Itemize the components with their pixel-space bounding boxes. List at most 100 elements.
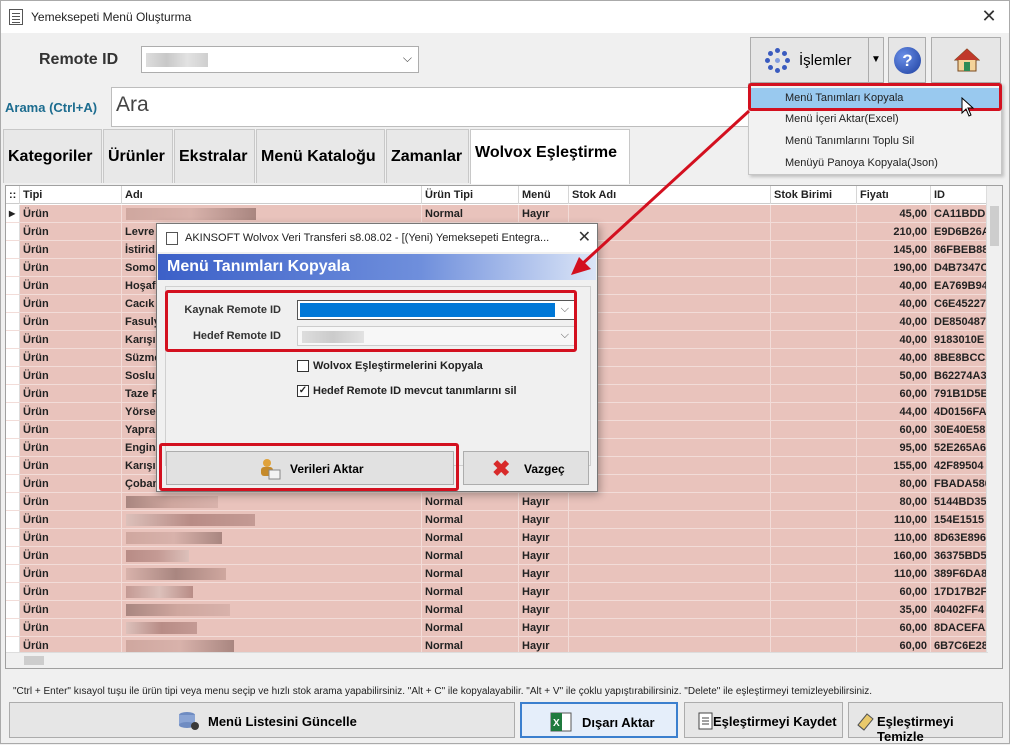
column-header-urun-tipi[interactable]: Ürün Tipi — [422, 186, 519, 204]
cell-urun-tipi[interactable]: Normal — [422, 601, 519, 619]
cell-id[interactable]: B62274A3 — [931, 367, 988, 385]
cell-stok-birimi[interactable] — [771, 295, 857, 313]
table-row[interactable]: Ürün Normal Hayır 110,00 389F6DA8 — [6, 565, 1002, 583]
table-row[interactable]: Ürün Normal Hayır 60,00 8DACEFAA — [6, 619, 1002, 637]
cell-stok-adi[interactable] — [569, 547, 771, 565]
tab-kategoriler[interactable]: Kategoriler — [3, 129, 102, 183]
cell-tipi[interactable]: Ürün — [20, 439, 122, 457]
cell-adi[interactable] — [122, 583, 422, 601]
row-indicator[interactable] — [6, 547, 20, 565]
cell-fiyati[interactable]: 40,00 — [857, 295, 931, 313]
row-indicator[interactable] — [6, 313, 20, 331]
cell-urun-tipi[interactable]: Normal — [422, 619, 519, 637]
cell-adi[interactable] — [122, 511, 422, 529]
cell-adi[interactable] — [122, 493, 422, 511]
cell-stok-birimi[interactable] — [771, 439, 857, 457]
cell-tipi[interactable]: Ürün — [20, 529, 122, 547]
cell-id[interactable]: 5144BD35 — [931, 493, 988, 511]
cell-menu[interactable]: Hayır — [519, 565, 569, 583]
cell-stok-adi[interactable] — [569, 601, 771, 619]
cell-tipi[interactable]: Ürün — [20, 277, 122, 295]
cell-stok-birimi[interactable] — [771, 313, 857, 331]
tab-urunler[interactable]: Ürünler — [103, 129, 173, 183]
cell-tipi[interactable]: Ürün — [20, 331, 122, 349]
cell-stok-birimi[interactable] — [771, 511, 857, 529]
cell-adi[interactable] — [122, 529, 422, 547]
row-indicator[interactable] — [6, 331, 20, 349]
cell-fiyati[interactable]: 95,00 — [857, 439, 931, 457]
cell-tipi[interactable]: Ürün — [20, 457, 122, 475]
cell-id[interactable]: E9D6B26A — [931, 223, 988, 241]
cell-id[interactable]: 8BE8BCC5 — [931, 349, 988, 367]
table-row[interactable]: Ürün Normal Hayır 35,00 40402FF4 — [6, 601, 1002, 619]
cell-stok-adi[interactable] — [569, 439, 771, 457]
row-indicator[interactable] — [6, 259, 20, 277]
cell-stok-adi[interactable] — [569, 385, 771, 403]
table-row[interactable]: ▶ Ürün Normal Hayır 45,00 CA11BDD — [6, 205, 1002, 223]
cell-fiyati[interactable]: 40,00 — [857, 349, 931, 367]
cell-id[interactable]: 791B1D5E — [931, 385, 988, 403]
eslestirmeyi-temizle-button[interactable]: Eşleştirmeyi Temizle — [848, 702, 1003, 744]
cell-menu[interactable]: Hayır — [519, 529, 569, 547]
cell-menu[interactable]: Hayır — [519, 619, 569, 637]
row-indicator[interactable] — [6, 223, 20, 241]
cell-stok-adi[interactable] — [569, 403, 771, 421]
cell-fiyati[interactable]: 40,00 — [857, 331, 931, 349]
cell-id[interactable]: C6E45227 — [931, 295, 988, 313]
cell-stok-adi[interactable] — [569, 313, 771, 331]
row-indicator[interactable] — [6, 349, 20, 367]
row-indicator[interactable] — [6, 295, 20, 313]
cell-stok-adi[interactable] — [569, 475, 771, 493]
cell-id[interactable]: CA11BDD — [931, 205, 988, 223]
row-indicator[interactable] — [6, 583, 20, 601]
eslestirmeyi-kaydet-button[interactable]: Eşleştirmeyi Kaydet — [684, 702, 843, 738]
cell-fiyati[interactable]: 50,00 — [857, 367, 931, 385]
cell-menu[interactable]: Hayır — [519, 493, 569, 511]
cell-stok-birimi[interactable] — [771, 367, 857, 385]
cell-stok-adi[interactable] — [569, 331, 771, 349]
cell-stok-adi[interactable] — [569, 511, 771, 529]
cell-stok-birimi[interactable] — [771, 619, 857, 637]
cell-urun-tipi[interactable]: Normal — [422, 205, 519, 223]
cell-menu[interactable]: Hayır — [519, 205, 569, 223]
cell-stok-birimi[interactable] — [771, 385, 857, 403]
islemler-button[interactable]: İşlemler — [750, 37, 870, 83]
row-indicator[interactable] — [6, 241, 20, 259]
cell-stok-adi[interactable] — [569, 421, 771, 439]
column-header-fiyati[interactable]: Fiyatı — [857, 186, 931, 204]
cell-id[interactable]: 389F6DA8 — [931, 565, 988, 583]
cell-stok-birimi[interactable] — [771, 547, 857, 565]
home-button[interactable] — [931, 37, 1001, 83]
table-row[interactable]: Ürün Normal Hayır 60,00 17D17B2F — [6, 583, 1002, 601]
cell-stok-birimi[interactable] — [771, 493, 857, 511]
column-header-adi[interactable]: Adı — [122, 186, 422, 204]
cell-stok-birimi[interactable] — [771, 223, 857, 241]
cell-stok-adi[interactable] — [569, 259, 771, 277]
cell-id[interactable]: D4B7347C — [931, 259, 988, 277]
row-indicator[interactable] — [6, 457, 20, 475]
column-header-stok-adi[interactable]: Stok Adı — [569, 186, 771, 204]
column-header-id[interactable]: ID — [931, 186, 988, 204]
cell-stok-adi[interactable] — [569, 241, 771, 259]
row-indicator[interactable] — [6, 619, 20, 637]
cell-tipi[interactable]: Ürün — [20, 547, 122, 565]
cell-fiyati[interactable]: 44,00 — [857, 403, 931, 421]
column-header-stok-birimi[interactable]: Stok Birimi — [771, 186, 857, 204]
cell-urun-tipi[interactable]: Normal — [422, 565, 519, 583]
cell-stok-birimi[interactable] — [771, 601, 857, 619]
cell-fiyati[interactable]: 110,00 — [857, 511, 931, 529]
cell-tipi[interactable]: Ürün — [20, 511, 122, 529]
close-icon[interactable]: ✕ — [977, 5, 1001, 29]
cell-tipi[interactable]: Ürün — [20, 241, 122, 259]
cell-tipi[interactable]: Ürün — [20, 619, 122, 637]
cell-stok-adi[interactable] — [569, 583, 771, 601]
cell-stok-birimi[interactable] — [771, 583, 857, 601]
cell-fiyati[interactable]: 145,00 — [857, 241, 931, 259]
cell-fiyati[interactable]: 110,00 — [857, 565, 931, 583]
cell-stok-birimi[interactable] — [771, 259, 857, 277]
help-button[interactable]: ? — [888, 37, 926, 83]
cell-id[interactable]: 4D0156FA — [931, 403, 988, 421]
cell-stok-birimi[interactable] — [771, 205, 857, 223]
cell-stok-adi[interactable] — [569, 277, 771, 295]
menu-item-toplu-sil[interactable]: Menü Tanımlarını Toplu Sil — [751, 131, 1001, 152]
